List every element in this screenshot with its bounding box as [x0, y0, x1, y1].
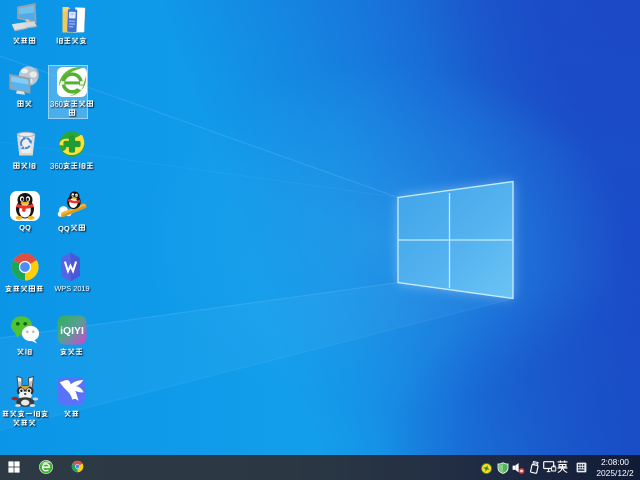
- svg-text:QQ: QQ: [58, 224, 70, 233]
- svg-text:360: 360: [50, 162, 64, 171]
- svg-text:iQIYI: iQIYI: [60, 326, 84, 337]
- svg-text:360: 360: [50, 100, 64, 109]
